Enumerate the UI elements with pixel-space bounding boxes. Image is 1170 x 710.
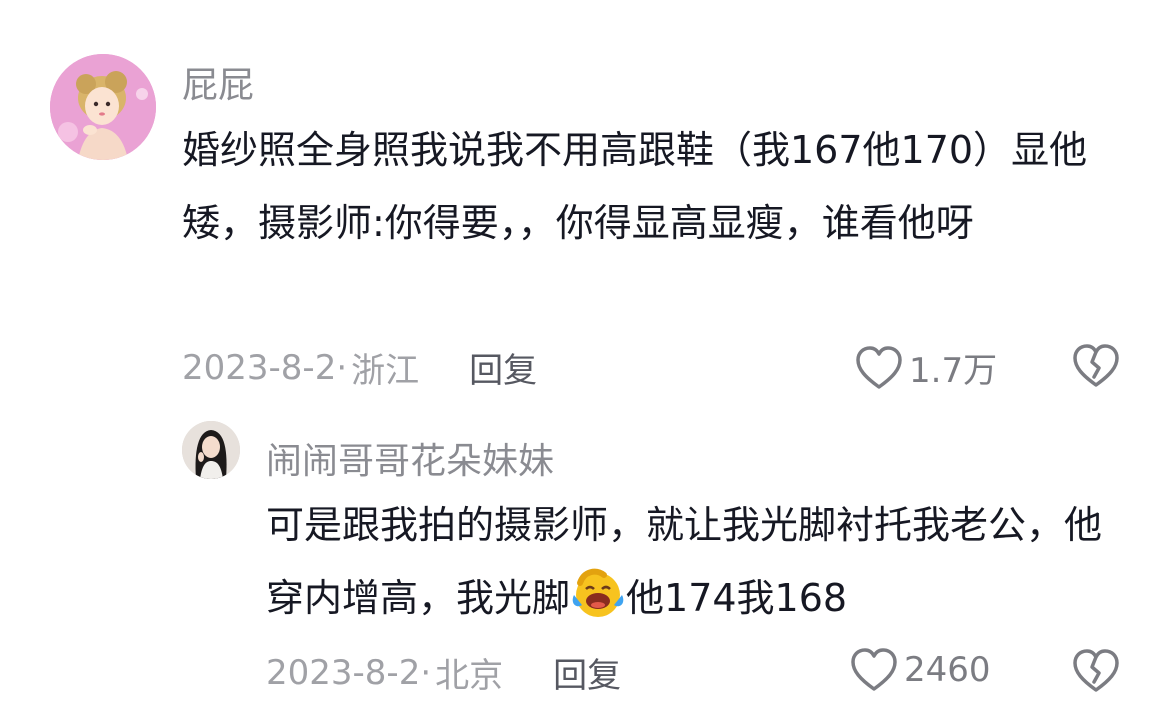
avatar[interactable] [50,54,156,160]
comment-username[interactable]: 屁屁 [182,56,254,108]
broken-heart-icon[interactable] [1072,344,1120,392]
reply-text-part: 他174我168 [626,576,848,620]
like-count: 1.7万 [909,351,998,391]
heart-icon [855,345,903,390]
crying-laughing-face-emoji-icon [570,565,626,621]
broken-heart-icon[interactable] [1072,649,1120,697]
heart-icon [850,648,898,692]
reply-button[interactable]: 回复 [469,343,537,392]
comment-text: 婚纱照全身照我说我不用高跟鞋（我167他170）显他矮，摄影师:你得要，，你得显… [182,128,1088,245]
reply-button[interactable]: 回复 [553,648,621,697]
comment-meta: 2023-8-2· 浙江 回复 [182,343,537,392]
like-count: 2460 [904,650,991,690]
like-button[interactable]: 1.7万 [855,343,997,392]
comment-location: 浙江 [351,351,420,391]
like-button[interactable]: 2460 [850,648,991,692]
reply-username[interactable]: 闹闹哥哥花朵妹妹 [266,432,554,484]
cartoon-girl-avatar-icon [50,54,156,160]
reply-meta: 2023-8-2· 北京 回复 [266,648,621,697]
reply-text: 可是跟我拍的摄影师，就让我光脚衬托我老公，他穿内增高，我光脚 他174我168 [266,489,1126,635]
reply-location: 北京 [435,656,504,696]
reply-date: 2023-8-2· [266,652,432,693]
woman-photo-avatar-icon [182,421,240,479]
avatar[interactable] [182,421,240,479]
comment-date: 2023-8-2· [182,347,348,388]
